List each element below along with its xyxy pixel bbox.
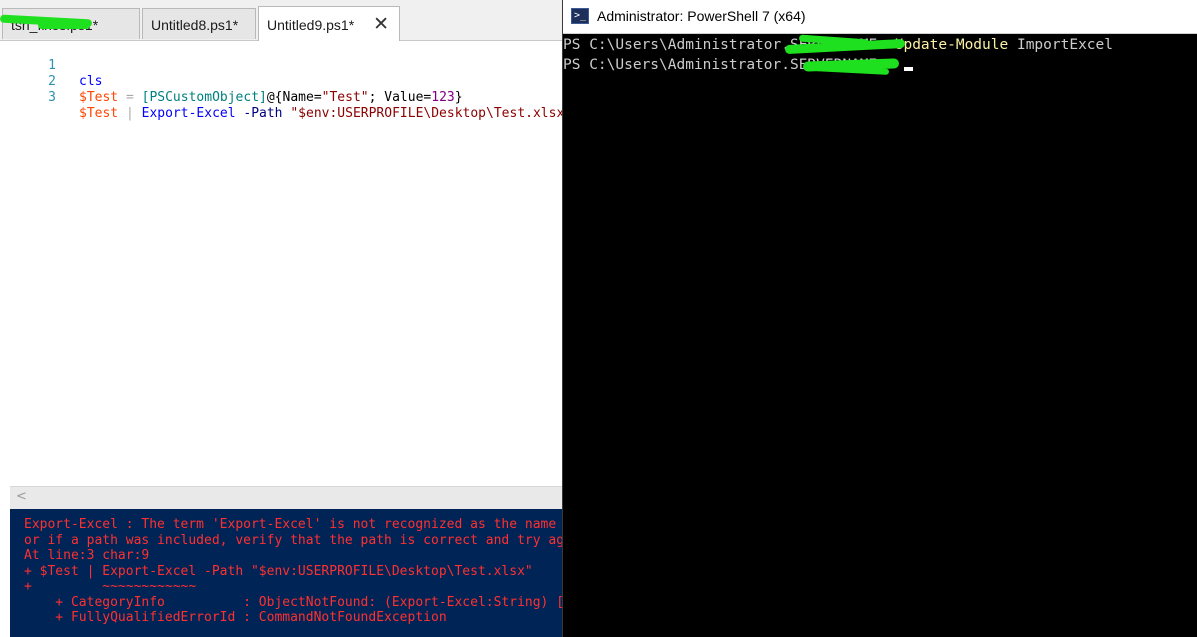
error-line: At line:3 char:9 — [24, 548, 150, 563]
scroll-left-icon[interactable]: < — [16, 489, 27, 504]
tab-bar: tsh_fixes.ps1* Untitled8.ps1* Untitled9.… — [0, 0, 563, 41]
code-token: -Path — [235, 106, 291, 121]
window-titlebar[interactable]: >_ Administrator: PowerShell 7 (x64) — [563, 0, 1197, 34]
error-line: Export-Excel : The term 'Export-Excel' i… — [24, 517, 557, 532]
code-token: [PSCustomObject] — [141, 90, 267, 105]
code-token: 123 — [431, 90, 455, 105]
code-token: $Test — [79, 106, 119, 121]
terminal-command: Update-Module — [894, 37, 1009, 53]
code-token: "Test" — [321, 90, 369, 105]
tab-label: Untitled9.ps1* — [267, 17, 355, 33]
window-title: Administrator: PowerShell 7 (x64) — [597, 8, 806, 24]
line-number: 3 — [48, 90, 56, 105]
code-token: @{Name= — [266, 90, 322, 105]
horizontal-scrollbar[interactable]: < — [10, 486, 563, 509]
ise-window: tsh_fixes.ps1* Untitled8.ps1* Untitled9.… — [0, 0, 563, 637]
console-pane[interactable]: Export-Excel : The term 'Export-Excel' i… — [10, 509, 563, 637]
code-token: $Test — [79, 90, 119, 105]
tab-untitled8[interactable]: Untitled8.ps1* — [142, 8, 256, 39]
code-line: 3 $Test | Export-Excel -Path "$env:USERP… — [0, 74, 563, 121]
code-token: | — [118, 106, 142, 121]
tab-label: Untitled8.ps1* — [151, 17, 239, 33]
script-editor[interactable]: 1 cls 2 $Test = [PSCustomObject]@{Name="… — [0, 41, 563, 486]
redaction-scribble — [38, 21, 90, 29]
powershell-icon: >_ — [571, 8, 589, 24]
code-token: ; Value= — [368, 90, 432, 105]
code-token: } — [454, 90, 463, 105]
close-icon[interactable]: ✕ — [373, 13, 389, 35]
error-line: + $Test | Export-Excel -Path "$env:USERP… — [24, 563, 533, 579]
error-line: + CategoryInfo : ObjectNotFound: (Export… — [55, 594, 563, 610]
tab-untitled9[interactable]: Untitled9.ps1* ✕ — [258, 6, 400, 41]
code-line: 2 $Test = [PSCustomObject]@{Name="Test";… — [0, 58, 563, 105]
text-cursor — [903, 67, 913, 71]
terminal-body[interactable]: PS C:\Users\Administrator.SERVERNAME> Up… — [563, 34, 1197, 637]
code-line: 1 cls — [0, 42, 563, 89]
error-line: + FullyQualifiedErrorId : CommandNotFoun… — [24, 610, 447, 625]
powershell7-window: >_ Administrator: PowerShell 7 (x64) PS … — [562, 0, 1197, 637]
code-token: "$env:USERPROFILE\Desktop\Test.xlsx" — [290, 106, 563, 121]
code-token: Export-Excel — [141, 106, 236, 121]
terminal-argument: ImportExcel — [1008, 37, 1113, 53]
code-token: = — [118, 90, 142, 105]
error-line: or if a path was included, verify that t… — [24, 532, 563, 548]
error-line: + ~~~~~~~~~~~~ — [24, 579, 197, 594]
